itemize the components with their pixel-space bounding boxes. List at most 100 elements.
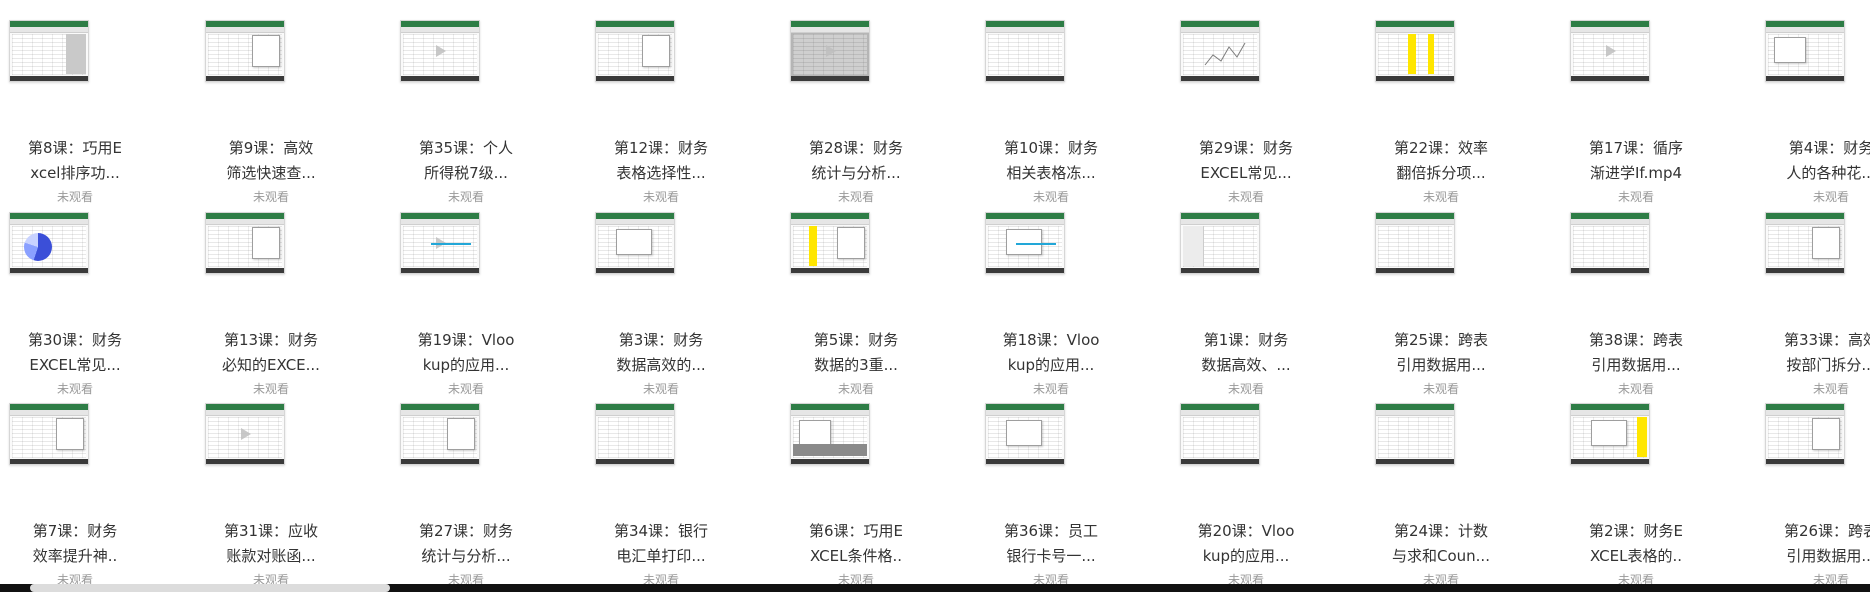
video-title[interactable]: 第12课：财务 表格选择性... [586, 136, 736, 186]
video-thumbnail[interactable] [400, 403, 480, 465]
video-title[interactable]: 第35课：个人 所得税7级... [391, 136, 541, 186]
video-thumbnail[interactable] [985, 20, 1065, 82]
video-title[interactable]: 第33课：高效 按部门拆分... [1756, 328, 1870, 378]
video-item[interactable]: 第9课：高效 筛选快速查... 未观看 [196, 20, 346, 210]
video-thumbnail[interactable] [1375, 20, 1455, 82]
video-title[interactable]: 第13课：财务 必知的EXCE... [196, 328, 346, 378]
video-thumbnail[interactable] [1765, 403, 1845, 465]
video-title[interactable]: 第19课：Vloo kup的应用... [391, 328, 541, 378]
video-thumbnail[interactable] [400, 20, 480, 82]
video-item[interactable]: 第24课：计数 与求和Coun... 未观看 [1366, 403, 1516, 593]
video-title[interactable]: 第25课：跨表 引用数据用... [1366, 328, 1516, 378]
video-thumbnail[interactable] [1765, 212, 1845, 274]
video-thumbnail[interactable] [9, 212, 89, 274]
video-item[interactable]: 第18课：Vloo kup的应用... 未观看 [976, 212, 1126, 402]
video-item[interactable]: 第7课：财务 效率提升神.. 未观看 [0, 403, 150, 593]
video-title[interactable]: 第26课：跨表 引用数据用... [1756, 519, 1870, 569]
video-thumbnail[interactable] [1570, 403, 1650, 465]
video-item[interactable]: 第13课：财务 必知的EXCE... 未观看 [196, 212, 346, 402]
video-title[interactable]: 第27课：财务 统计与分析... [391, 519, 541, 569]
video-title[interactable]: 第18课：Vloo kup的应用... [976, 328, 1126, 378]
video-item[interactable]: 第26课：跨表 引用数据用... 未观看 [1756, 403, 1870, 593]
video-item[interactable]: 第1课：财务 数据高效、... 未观看 [1171, 212, 1321, 402]
video-title-line: XCEL表格的.. [1589, 547, 1683, 565]
video-title[interactable]: 第31课：应收 账款对账函... [196, 519, 346, 569]
video-item[interactable]: 第19课：Vloo kup的应用... 未观看 [391, 212, 541, 402]
video-item[interactable]: 第6课：巧用E XCEL条件格.. 未观看 [781, 403, 931, 593]
video-thumbnail[interactable] [790, 212, 870, 274]
video-title-line: 第31课：应收 [223, 522, 319, 540]
video-item[interactable]: 第12课：财务 表格选择性... 未观看 [586, 20, 736, 210]
video-item[interactable]: 第29课：财务 EXCEL常见... 未观看 [1171, 20, 1321, 210]
video-item[interactable]: 第34课：银行 电汇单打印... 未观看 [586, 403, 736, 593]
video-thumbnail[interactable] [205, 403, 285, 465]
video-thumbnail[interactable] [595, 20, 675, 82]
video-title[interactable]: 第9课：高效 筛选快速查... [196, 136, 346, 186]
video-thumbnail[interactable] [1765, 20, 1845, 82]
video-thumbnail[interactable] [595, 403, 675, 465]
video-item[interactable]: 第22课：效率 翻倍拆分项... 未观看 [1366, 20, 1516, 210]
scrollbar-thumb[interactable] [30, 584, 390, 592]
video-item[interactable]: 第4课：财务 人的各种花... 未观看 [1756, 20, 1870, 210]
video-item[interactable]: 第3课：财务 数据高效的... 未观看 [586, 212, 736, 402]
video-title[interactable]: 第4课：财务 人的各种花... [1756, 136, 1870, 186]
video-thumbnail[interactable] [595, 212, 675, 274]
video-thumbnail[interactable] [985, 403, 1065, 465]
video-thumbnail[interactable] [205, 212, 285, 274]
video-item[interactable]: 第10课：财务 相关表格冻... 未观看 [976, 20, 1126, 210]
video-thumbnail[interactable] [985, 212, 1065, 274]
video-thumbnail[interactable] [205, 20, 285, 82]
video-thumbnail[interactable] [1180, 212, 1260, 274]
video-thumbnail[interactable] [1180, 20, 1260, 82]
video-item[interactable]: 第27课：财务 统计与分析... 未观看 [391, 403, 541, 593]
video-title[interactable]: 第34课：银行 电汇单打印... [586, 519, 736, 569]
video-title[interactable]: 第24课：计数 与求和Coun... [1366, 519, 1516, 569]
video-title[interactable]: 第28课：财务 统计与分析... [781, 136, 931, 186]
video-thumbnail[interactable] [790, 20, 870, 82]
video-thumbnail[interactable] [790, 403, 870, 465]
video-item[interactable]: 第31课：应收 账款对账函... 未观看 [196, 403, 346, 593]
video-item[interactable]: 第20课：Vloo kup的应用... 未观看 [1171, 403, 1321, 593]
video-thumbnail[interactable] [9, 403, 89, 465]
video-title[interactable]: 第17课：循序 渐进学If.mp4 [1561, 136, 1711, 186]
video-item[interactable]: 第36课：员工 银行卡号一... 未观看 [976, 403, 1126, 593]
video-item[interactable]: 第38课：跨表 引用数据用... 未观看 [1561, 212, 1711, 402]
video-title-line: 统计与分析... [421, 547, 511, 565]
video-title[interactable]: 第7课：财务 效率提升神.. [0, 519, 150, 569]
video-item[interactable]: 第8课：巧用E xcel排序功... 未观看 [0, 20, 150, 210]
video-thumbnail[interactable] [1180, 403, 1260, 465]
video-title-line: 第17课：循序 [1588, 139, 1684, 157]
video-title[interactable]: 第5课：财务 数据的3重... [781, 328, 931, 378]
video-title[interactable]: 第38课：跨表 引用数据用... [1561, 328, 1711, 378]
video-title[interactable]: 第22课：效率 翻倍拆分项... [1366, 136, 1516, 186]
video-title[interactable]: 第29课：财务 EXCEL常见... [1171, 136, 1321, 186]
video-title-line: 翻倍拆分项... [1396, 164, 1486, 182]
video-item[interactable]: 第17课：循序 渐进学If.mp4 未观看 [1561, 20, 1711, 210]
video-item[interactable]: 第35课：个人 所得税7级... 未观看 [391, 20, 541, 210]
video-item[interactable]: 第30课：财务 EXCEL常见... 未观看 [0, 212, 150, 402]
video-thumbnail[interactable] [1375, 403, 1455, 465]
video-thumbnail[interactable] [1570, 212, 1650, 274]
video-thumbnail[interactable] [1570, 20, 1650, 82]
video-item[interactable]: 第2课：财务E XCEL表格的.. 未观看 [1561, 403, 1711, 593]
video-title[interactable]: 第36课：员工 银行卡号一... [976, 519, 1126, 569]
video-title-line: kup的应用... [1202, 547, 1290, 565]
video-thumbnail[interactable] [400, 212, 480, 274]
video-title[interactable]: 第20课：Vloo kup的应用... [1171, 519, 1321, 569]
video-title[interactable]: 第2课：财务E XCEL表格的.. [1561, 519, 1711, 569]
video-title-line: 相关表格冻... [1006, 164, 1096, 182]
video-title[interactable]: 第10课：财务 相关表格冻... [976, 136, 1126, 186]
video-title-line: XCEL条件格.. [809, 547, 903, 565]
video-thumbnail[interactable] [1375, 212, 1455, 274]
video-item[interactable]: 第5课：财务 数据的3重... 未观看 [781, 212, 931, 402]
video-item[interactable]: 第25课：跨表 引用数据用... 未观看 [1366, 212, 1516, 402]
video-title[interactable]: 第8课：巧用E xcel排序功... [0, 136, 150, 186]
video-item[interactable]: 第33课：高效 按部门拆分... 未观看 [1756, 212, 1870, 402]
video-title[interactable]: 第30课：财务 EXCEL常见... [0, 328, 150, 378]
video-title[interactable]: 第6课：巧用E XCEL条件格.. [781, 519, 931, 569]
horizontal-scrollbar[interactable] [0, 584, 1870, 592]
video-item[interactable]: 第28课：财务 统计与分析... 未观看 [781, 20, 931, 210]
video-title[interactable]: 第1课：财务 数据高效、... [1171, 328, 1321, 378]
video-title[interactable]: 第3课：财务 数据高效的... [586, 328, 736, 378]
video-thumbnail[interactable] [9, 20, 89, 82]
